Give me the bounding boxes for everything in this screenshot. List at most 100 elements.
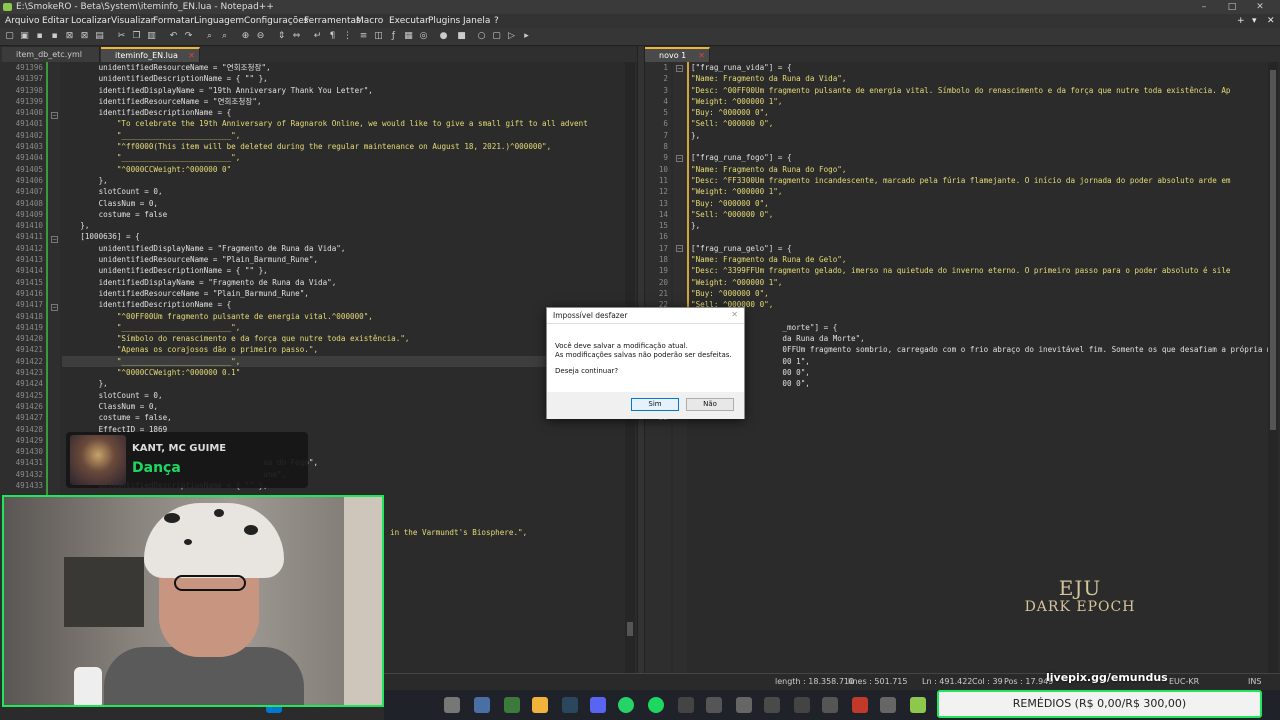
app-icon[interactable] bbox=[880, 697, 896, 713]
menu-editar[interactable]: Editar bbox=[42, 14, 69, 28]
zoom-in-icon[interactable]: ⊕ bbox=[240, 31, 251, 42]
dialog-close-icon[interactable]: ✕ bbox=[731, 310, 738, 319]
discord-icon[interactable] bbox=[590, 697, 606, 713]
monitoring-icon[interactable]: ◎ bbox=[418, 31, 429, 42]
word-wrap-icon[interactable]: ↵ bbox=[312, 31, 323, 42]
copy-icon[interactable]: ❐ bbox=[131, 31, 142, 42]
open-file-icon[interactable]: ▣ bbox=[19, 31, 30, 42]
notepadpp-taskbar-icon[interactable] bbox=[910, 697, 926, 713]
line-number: 491426 bbox=[15, 401, 43, 411]
fold-toggle-icon[interactable]: − bbox=[51, 236, 58, 243]
menu-executar[interactable]: Executar bbox=[389, 14, 429, 28]
livepix-link: livepix.gg/emundus bbox=[1046, 671, 1168, 684]
menu-configuracoes[interactable]: Configurações bbox=[244, 14, 308, 28]
paste-icon[interactable]: ▥ bbox=[146, 31, 157, 42]
line-number: 491400 bbox=[15, 108, 43, 118]
fold-toggle-icon[interactable]: − bbox=[676, 155, 683, 162]
file-explorer-icon[interactable] bbox=[532, 697, 548, 713]
menu-ferramentas[interactable]: Ferramentas bbox=[304, 14, 361, 28]
cut-icon[interactable]: ✂ bbox=[116, 31, 127, 42]
menu-visualizar[interactable]: Visualizar bbox=[111, 14, 154, 28]
spotify-icon[interactable] bbox=[648, 697, 664, 713]
tab-iteminfo-en[interactable]: iteminfo_EN.lua ✕ bbox=[101, 47, 200, 62]
line-number: 491405 bbox=[15, 164, 43, 174]
new-file-icon[interactable]: ▢ bbox=[4, 31, 15, 42]
line-number: 491396 bbox=[15, 63, 43, 72]
app-icon[interactable] bbox=[736, 697, 752, 713]
show-all-chars-icon[interactable]: ¶ bbox=[327, 31, 338, 42]
fold-toggle-icon[interactable]: − bbox=[676, 245, 683, 252]
doc-map-icon[interactable]: ◫ bbox=[373, 31, 384, 42]
code-area[interactable]: ["frag_runa_vida"] = {"Name: Fragmento d… bbox=[691, 62, 1268, 673]
save-all-icon[interactable]: ▪ bbox=[49, 31, 60, 42]
app-icon[interactable] bbox=[764, 697, 780, 713]
scroll-thumb[interactable] bbox=[1270, 70, 1276, 430]
zoom-out-icon[interactable]: ⊖ bbox=[255, 31, 266, 42]
fold-toggle-icon[interactable]: − bbox=[676, 65, 683, 72]
dialog-message: Você deve salvar a modificação atual. As… bbox=[555, 342, 732, 359]
code-line: "^ff0000(This item will be deleted durin… bbox=[62, 142, 552, 152]
line-number: 10 bbox=[658, 164, 668, 174]
close-icon[interactable]: ✕ bbox=[188, 49, 195, 62]
replace-icon[interactable]: ⌕ bbox=[219, 31, 230, 42]
webcam-shelf bbox=[64, 557, 144, 627]
menu-formatar[interactable]: Formatar bbox=[153, 14, 194, 28]
fold-toggle-icon[interactable]: − bbox=[51, 112, 58, 119]
function-list-icon[interactable]: ƒ bbox=[388, 31, 399, 42]
sync-h-icon[interactable]: ⇔ bbox=[291, 31, 302, 42]
menu-linguagem[interactable]: Linguagem bbox=[194, 14, 244, 28]
menu-macro[interactable]: Macro bbox=[356, 14, 383, 28]
app-icon[interactable] bbox=[504, 697, 520, 713]
tab-item-db-etc[interactable]: item_db_etc.yml bbox=[2, 47, 100, 62]
no-button[interactable]: Não bbox=[686, 398, 734, 411]
menu-plugins[interactable]: Plugins bbox=[428, 14, 460, 28]
save-macro-icon[interactable]: ▸ bbox=[521, 31, 532, 42]
line-number: 9 bbox=[663, 153, 668, 163]
menu-localizar[interactable]: Localizar bbox=[71, 14, 111, 28]
play-macro-icon[interactable]: ○ bbox=[476, 31, 487, 42]
tab-list-icon[interactable]: ▾ bbox=[1252, 14, 1257, 28]
app-icon[interactable] bbox=[678, 697, 694, 713]
whatsapp-icon[interactable] bbox=[618, 697, 634, 713]
settings-icon[interactable] bbox=[706, 697, 722, 713]
undo-icon[interactable]: ↶ bbox=[168, 31, 179, 42]
status-encoding[interactable]: EUC-KR bbox=[1169, 674, 1199, 690]
menu-help[interactable]: ? bbox=[494, 14, 499, 28]
app-icon[interactable] bbox=[822, 697, 838, 713]
scroll-thumb[interactable] bbox=[627, 622, 633, 636]
steam-icon[interactable] bbox=[562, 697, 578, 713]
close-button[interactable]: ✕ bbox=[1253, 0, 1267, 14]
stop-macro-icon[interactable]: ■ bbox=[456, 31, 467, 42]
sync-v-icon[interactable]: ⇕ bbox=[276, 31, 287, 42]
folder-workspace-icon[interactable]: ▦ bbox=[403, 31, 414, 42]
maximize-button[interactable]: □ bbox=[1225, 0, 1239, 14]
menu-janela[interactable]: Janela bbox=[463, 14, 490, 28]
save-icon[interactable]: ▪ bbox=[34, 31, 45, 42]
fold-toggle-icon[interactable]: − bbox=[51, 304, 58, 311]
close-file-icon[interactable]: ⊠ bbox=[64, 31, 75, 42]
find-icon[interactable]: ⌕ bbox=[204, 31, 215, 42]
line-number: 491419 bbox=[15, 322, 43, 332]
play-icon[interactable]: ▷ bbox=[506, 31, 517, 42]
print-icon[interactable]: ▤ bbox=[94, 31, 105, 42]
app-icon[interactable] bbox=[474, 697, 490, 713]
close-tab-icon[interactable]: ✕ bbox=[1267, 14, 1275, 28]
record-macro-icon[interactable]: ● bbox=[438, 31, 449, 42]
indent-guide-icon[interactable]: ⋮ bbox=[342, 31, 353, 42]
add-tab-icon[interactable]: + bbox=[1237, 14, 1245, 28]
close-all-icon[interactable]: ⊠ bbox=[79, 31, 90, 42]
app-icon[interactable] bbox=[794, 697, 810, 713]
run-multiple-icon[interactable]: ▢ bbox=[491, 31, 502, 42]
app-icon[interactable] bbox=[852, 697, 868, 713]
minimize-button[interactable]: – bbox=[1197, 0, 1211, 14]
redo-icon[interactable]: ↷ bbox=[183, 31, 194, 42]
vertical-scrollbar[interactable] bbox=[1268, 62, 1278, 673]
udl-icon[interactable]: ≡ bbox=[358, 31, 369, 42]
close-icon[interactable]: ✕ bbox=[698, 49, 705, 62]
yes-button[interactable]: Sim bbox=[631, 398, 679, 411]
menu-arquivo[interactable]: Arquivo bbox=[5, 14, 39, 28]
tab-novo-1[interactable]: novo 1 ✕ bbox=[645, 47, 710, 62]
line-number: 3 bbox=[663, 85, 668, 95]
app-icon[interactable] bbox=[444, 697, 460, 713]
